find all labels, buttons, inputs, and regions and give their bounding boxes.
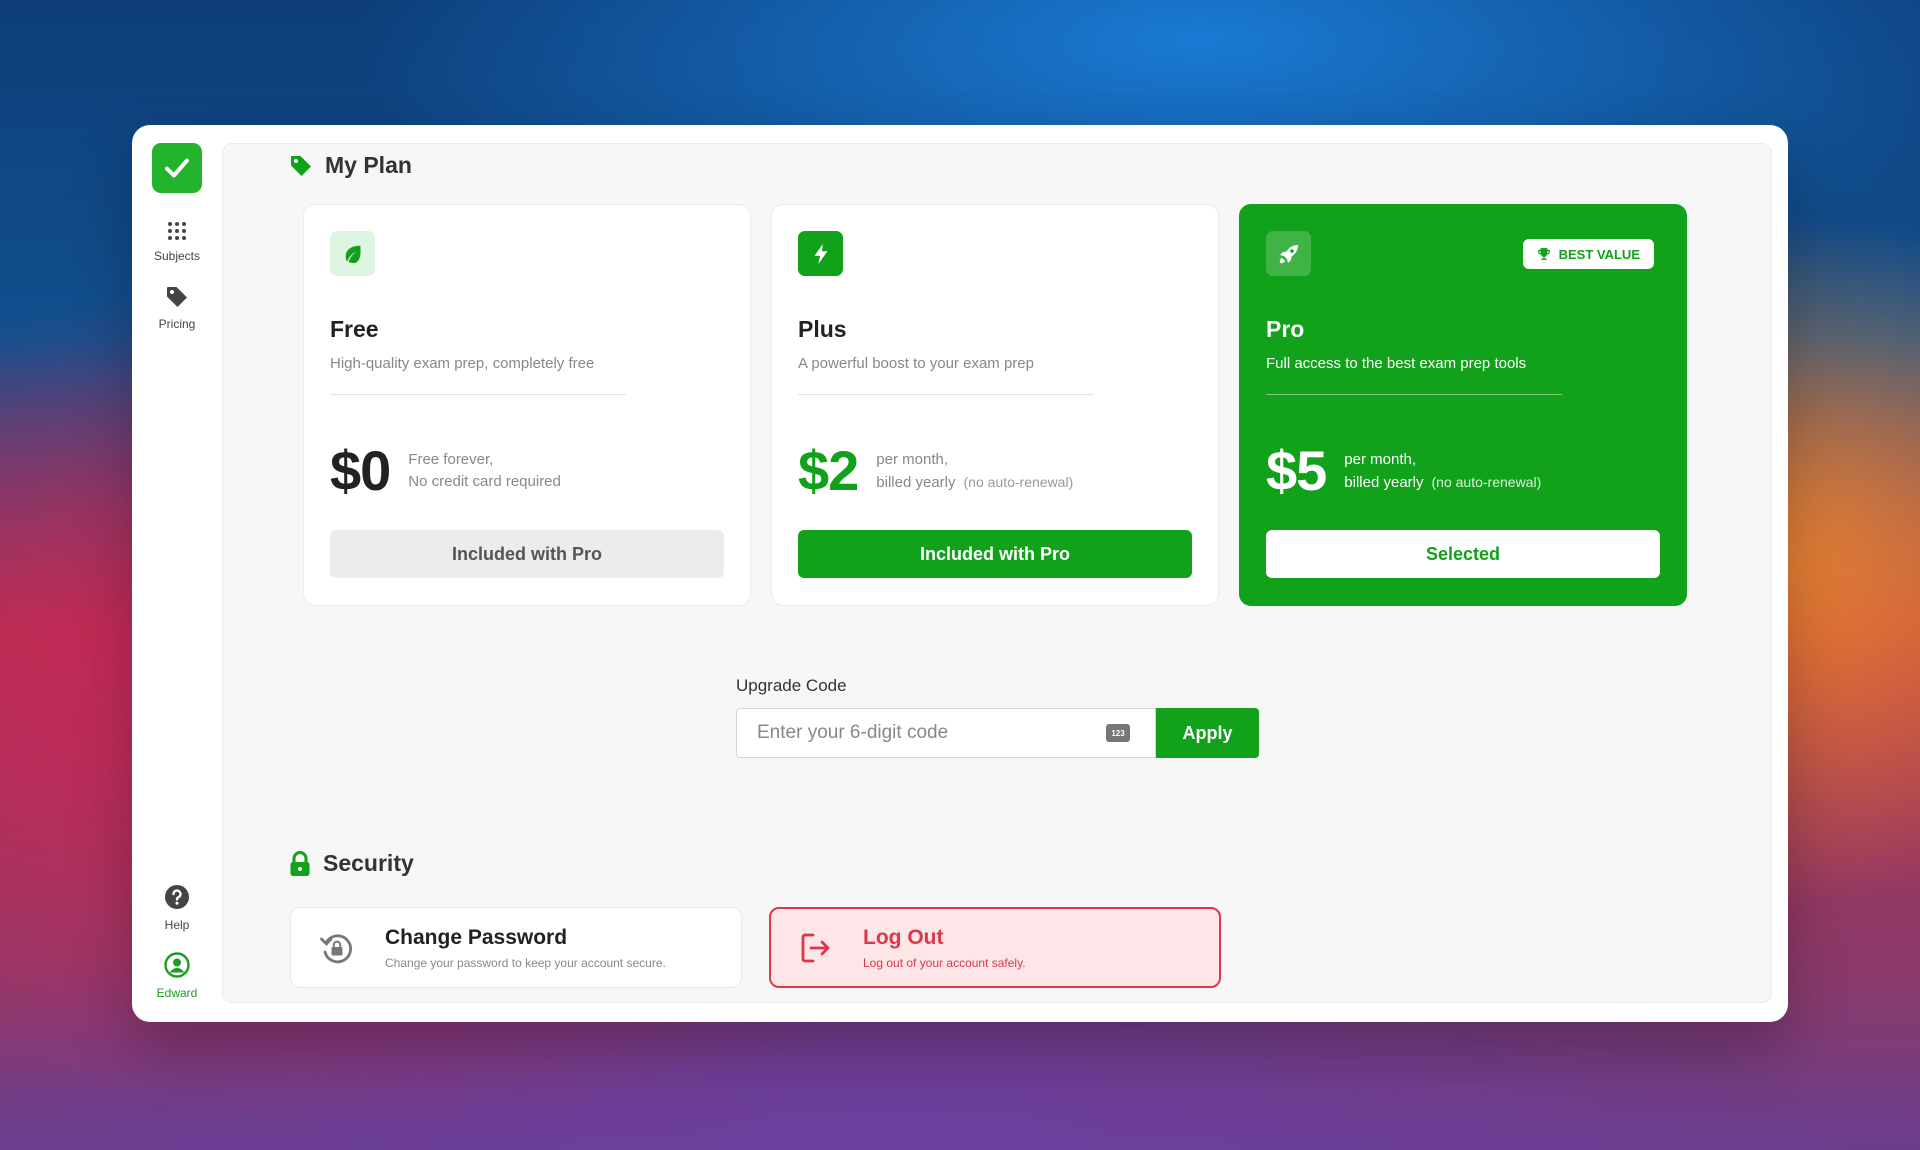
change-password-text: Change Password Change your password to … <box>385 926 666 970</box>
my-plan-heading: My Plan <box>289 152 412 179</box>
main-content: My Plan Free High-quality exam prep, com… <box>222 143 1772 1003</box>
included-with-pro-button[interactable]: Included with Pro <box>330 530 724 578</box>
logout-title: Log Out <box>863 925 944 949</box>
price-note-extra: (no auto-renewal) <box>963 473 1074 490</box>
rocket-icon <box>1279 244 1298 263</box>
plan-price: $2 <box>798 439 859 502</box>
sidebar-bottom: Help Edward <box>132 884 222 1000</box>
user-avatar-icon <box>164 952 190 978</box>
apply-button[interactable]: Apply <box>1156 708 1259 758</box>
logout-card[interactable]: Log Out Log out of your account safely. <box>769 907 1221 988</box>
help-icon <box>165 885 189 909</box>
security-heading: Security <box>289 850 414 877</box>
logout-text: Log Out Log out of your account safely. <box>863 926 1026 970</box>
sidebar-item-label: Subjects <box>153 249 201 263</box>
divider <box>330 394 626 395</box>
upgrade-code-label: Upgrade Code <box>736 676 847 695</box>
price-note: per month, billed yearly (no auto-renewal… <box>1344 449 1541 494</box>
price-note: per month, billed yearly (no auto-renewal… <box>876 449 1073 494</box>
password-reset-icon <box>320 933 353 963</box>
app-window: Subjects Pricing Help Edward My Plan Fre… <box>132 125 1788 1022</box>
price-row: $5 per month, billed yearly (no auto-rene… <box>1266 441 1660 501</box>
sidebar-item-subjects[interactable]: Subjects <box>154 221 200 263</box>
page-title: My Plan <box>325 152 412 178</box>
user-label: Edward <box>156 986 198 1000</box>
plan-name: Plus <box>798 316 847 342</box>
best-value-badge: BEST VALUE <box>1522 239 1654 269</box>
upgrade-code-input[interactable] <box>736 708 1156 758</box>
help-label: Help <box>164 918 190 932</box>
lock-icon <box>290 850 310 876</box>
plan-icon-plus <box>798 231 843 276</box>
plan-description: Full access to the best exam prep tools <box>1266 355 1527 372</box>
security-title: Security <box>323 850 414 876</box>
plan-card-plus: Plus A powerful boost to your exam prep … <box>771 204 1219 606</box>
app-logo[interactable] <box>152 143 202 193</box>
logout-subtitle: Log out of your account safely. <box>863 955 1026 970</box>
plan-name: Free <box>330 316 379 342</box>
divider <box>798 394 1094 395</box>
plan-card-free: Free High-quality exam prep, completely … <box>303 204 751 606</box>
plan-price: $0 <box>330 439 391 502</box>
sidebar-item-profile[interactable]: Edward <box>156 952 198 1000</box>
checkmark-icon <box>165 158 189 178</box>
selected-button[interactable]: Selected <box>1266 530 1660 578</box>
plan-icon-free <box>330 231 375 276</box>
sidebar-item-pricing[interactable]: Pricing <box>158 285 196 331</box>
leaf-icon <box>345 245 361 263</box>
price-note-line1: per month, <box>876 450 949 468</box>
tag-icon <box>291 155 311 176</box>
change-password-subtitle: Change your password to keep your accoun… <box>385 955 666 970</box>
plan-description: High-quality exam prep, completely free <box>330 355 595 372</box>
price-row: $2 per month, billed yearly (no auto-rene… <box>798 441 1192 501</box>
included-with-pro-button[interactable]: Included with Pro <box>798 530 1192 578</box>
tag-icon <box>167 287 187 307</box>
plan-name: Pro <box>1266 316 1305 342</box>
plan-icon-pro <box>1266 231 1311 276</box>
divider <box>1266 394 1562 395</box>
keyboard-number-icon: 123 <box>1106 724 1130 742</box>
grid-dots-icon <box>168 222 186 240</box>
price-note-extra: (no auto-renewal) <box>1431 473 1542 490</box>
plan-price: $5 <box>1266 439 1327 502</box>
plan-card-pro: BEST VALUE Pro Full access to the best e… <box>1239 204 1687 606</box>
price-note-line1: Free forever, <box>408 451 494 468</box>
sidebar: Subjects Pricing Help Edward <box>132 125 222 1022</box>
price-note-line1: per month, <box>1344 450 1417 468</box>
price-note-line2: billed yearly <box>1344 473 1424 491</box>
change-password-title: Change Password <box>385 925 568 949</box>
price-note-line2: No credit card required <box>408 473 561 490</box>
change-password-card[interactable]: Change Password Change your password to … <box>290 907 742 988</box>
trophy-icon <box>1537 248 1550 260</box>
sidebar-item-help[interactable]: Help <box>164 884 190 932</box>
badge-label: BEST VALUE <box>1558 246 1640 262</box>
logout-icon <box>801 933 830 962</box>
sidebar-item-label: Pricing <box>158 317 196 331</box>
price-row: $0 Free forever, No credit card required <box>330 441 724 501</box>
plan-description: A powerful boost to your exam prep <box>798 355 1034 372</box>
bolt-icon <box>814 243 827 264</box>
price-note-line2: billed yearly <box>876 473 956 491</box>
price-note: Free forever, No credit card required <box>408 449 561 493</box>
